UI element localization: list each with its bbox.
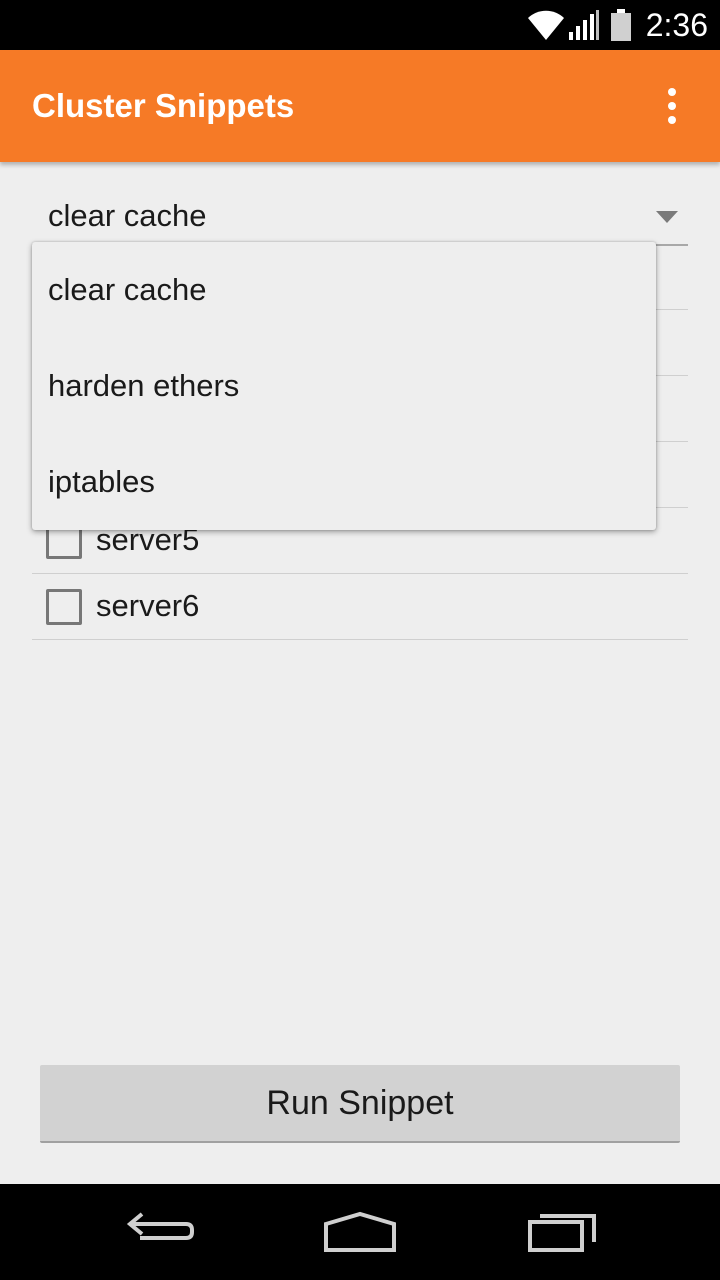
server-label: server6 <box>96 588 200 623</box>
spinner-selected-value: clear cache <box>48 198 207 233</box>
status-bar: 2:36 <box>0 0 720 50</box>
signal-icon <box>568 8 600 42</box>
action-bar: Cluster Snippets <box>0 50 720 162</box>
dropdown-option-clear-cache[interactable]: clear cache <box>32 242 656 338</box>
recents-icon[interactable] <box>522 1202 602 1262</box>
home-icon[interactable] <box>320 1202 400 1262</box>
back-icon[interactable] <box>120 1202 200 1262</box>
app-title: Cluster Snippets <box>32 87 295 124</box>
dropdown-option-harden-ethers[interactable]: harden ethers <box>32 338 656 434</box>
snippet-spinner[interactable]: clear cache <box>32 188 688 246</box>
snippet-dropdown-menu: clear cache harden ethers iptables <box>32 242 656 530</box>
server-checkbox[interactable] <box>46 589 82 625</box>
server-row[interactable]: server6 <box>32 574 688 640</box>
wifi-icon <box>526 8 566 42</box>
navigation-bar <box>0 1184 720 1280</box>
dropdown-option-iptables[interactable]: iptables <box>32 434 656 530</box>
battery-icon <box>610 8 632 42</box>
overflow-menu-icon[interactable] <box>652 86 692 126</box>
status-icons: 2:36 <box>526 0 720 50</box>
run-snippet-button[interactable]: Run Snippet <box>40 1065 680 1143</box>
dropdown-arrow-icon <box>656 210 678 228</box>
status-time: 2:36 <box>645 7 708 43</box>
